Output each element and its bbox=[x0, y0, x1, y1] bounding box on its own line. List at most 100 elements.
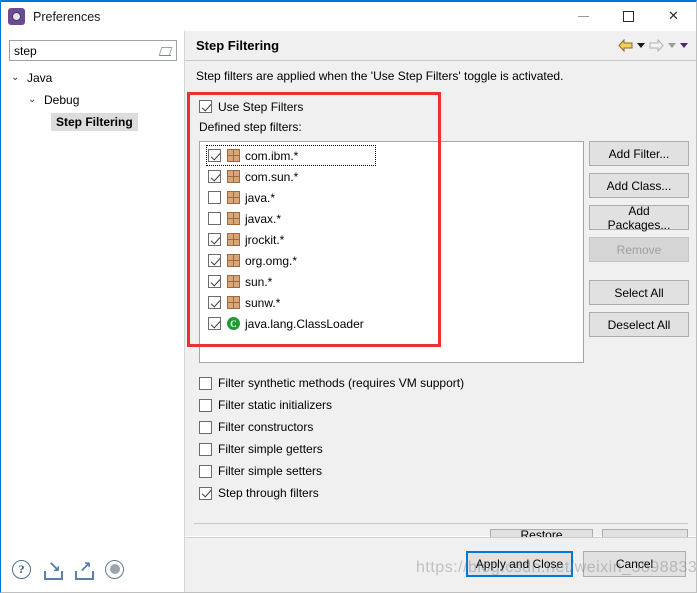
back-arrow-icon[interactable] bbox=[618, 39, 633, 52]
checkbox-box[interactable] bbox=[199, 398, 212, 412]
list-item[interactable]: com.sun.* bbox=[200, 166, 583, 187]
filter-label: java.* bbox=[245, 190, 276, 205]
forward-dropdown-icon bbox=[668, 43, 676, 48]
help-icon[interactable]: ? bbox=[12, 559, 34, 582]
apply-divider bbox=[194, 523, 688, 524]
package-icon bbox=[227, 275, 240, 288]
add-class-button[interactable]: Add Class... bbox=[589, 173, 689, 198]
filter-label: java.lang.ClassLoader bbox=[245, 316, 364, 331]
checkbox-label: Step through filters bbox=[218, 486, 319, 500]
sidebar: ⌄ Java ⌄ Debug Step Filtering bbox=[2, 31, 184, 561]
search-input[interactable] bbox=[10, 41, 150, 60]
class-icon: C bbox=[227, 317, 240, 330]
list-item[interactable]: java.* bbox=[200, 187, 583, 208]
import-icon[interactable]: ↘ bbox=[43, 559, 65, 582]
filter-synthetic-methods-checkbox[interactable]: Filter synthetic methods (requires VM su… bbox=[199, 372, 464, 394]
list-item[interactable]: jrockit.* bbox=[200, 229, 583, 250]
view-menu-icon[interactable] bbox=[680, 43, 688, 48]
package-icon bbox=[227, 254, 240, 267]
filter-checkbox[interactable] bbox=[208, 317, 221, 330]
filter-checkbox[interactable] bbox=[208, 254, 221, 267]
deselect-all-button[interactable]: Deselect All bbox=[589, 312, 689, 337]
filter-simple-getters-checkbox[interactable]: Filter simple getters bbox=[199, 438, 464, 460]
checkbox-box[interactable] bbox=[199, 486, 212, 500]
package-icon bbox=[227, 212, 240, 225]
checkbox-box[interactable] bbox=[199, 420, 212, 434]
filter-label: com.ibm.* bbox=[245, 148, 299, 163]
defined-filters-label: Defined step filters: bbox=[199, 120, 302, 134]
checkbox-label: Filter constructors bbox=[218, 420, 314, 434]
apply-and-close-button[interactable]: Apply and Close bbox=[466, 551, 573, 577]
package-icon bbox=[227, 149, 240, 162]
remove-button: Remove bbox=[589, 237, 689, 262]
select-all-button[interactable]: Select All bbox=[589, 280, 689, 305]
header-divider bbox=[185, 60, 696, 61]
filter-checkbox[interactable] bbox=[208, 233, 221, 246]
package-icon bbox=[227, 233, 240, 246]
filter-checkbox[interactable] bbox=[208, 149, 221, 162]
filter-checkbox[interactable] bbox=[208, 170, 221, 183]
list-item[interactable]: sunw.* bbox=[200, 292, 583, 313]
step-filters-list[interactable]: com.ibm.* com.sun.* java.* javax.* jrock bbox=[199, 141, 584, 363]
preferences-gear-icon bbox=[8, 8, 25, 25]
checkbox-box[interactable] bbox=[199, 442, 212, 456]
checkbox-box[interactable] bbox=[199, 376, 212, 390]
list-item[interactable]: com.ibm.* bbox=[206, 145, 376, 166]
step-through-filters-checkbox[interactable]: Step through filters bbox=[199, 482, 464, 504]
title-bar: Preferences ✕ bbox=[1, 2, 696, 31]
list-item[interactable]: org.omg.* bbox=[200, 250, 583, 271]
window-controls: ✕ bbox=[561, 2, 696, 31]
preferences-tree: ⌄ Java ⌄ Debug Step Filtering bbox=[2, 67, 184, 133]
filter-simple-setters-checkbox[interactable]: Filter simple setters bbox=[199, 460, 464, 482]
back-dropdown-icon[interactable] bbox=[637, 43, 645, 48]
package-icon bbox=[227, 191, 240, 204]
minimize-button[interactable] bbox=[561, 2, 606, 31]
close-button[interactable]: ✕ bbox=[651, 2, 696, 31]
checkbox-label: Filter static initializers bbox=[218, 398, 333, 412]
package-icon bbox=[227, 170, 240, 183]
dialog-footer: Apply and Close Cancel bbox=[185, 538, 696, 592]
filter-static-initializers-checkbox[interactable]: Filter static initializers bbox=[199, 394, 464, 416]
window-title: Preferences bbox=[33, 9, 101, 24]
page-navigation bbox=[618, 39, 688, 52]
preferences-window: Preferences ✕ ⌄ Java ⌄ Debug Step Filter… bbox=[0, 0, 697, 593]
checkbox-label: Use Step Filters bbox=[218, 99, 304, 114]
maximize-button[interactable] bbox=[606, 2, 651, 31]
add-packages-button[interactable]: Add Packages... bbox=[589, 204, 689, 232]
filter-actions: Add Filter... Add Class... Add Packages.… bbox=[589, 141, 689, 337]
export-icon[interactable]: ↗ bbox=[74, 559, 96, 582]
sidebar-toolbar: ? ↘ ↗ bbox=[2, 548, 184, 592]
filter-label: org.omg.* bbox=[245, 253, 298, 268]
step-filtering-page: Step Filtering Step filters are applied … bbox=[185, 31, 696, 556]
chevron-down-icon[interactable]: ⌄ bbox=[11, 73, 24, 83]
package-icon bbox=[227, 296, 240, 309]
record-icon[interactable] bbox=[105, 559, 127, 582]
sidebar-item-label: Debug bbox=[44, 93, 80, 107]
checkbox-label: Filter synthetic methods (requires VM su… bbox=[218, 376, 465, 390]
filter-checkbox[interactable] bbox=[208, 275, 221, 288]
cancel-button[interactable]: Cancel bbox=[583, 551, 686, 577]
sidebar-item-debug[interactable]: ⌄ Debug bbox=[2, 89, 184, 111]
filter-checkbox[interactable] bbox=[208, 191, 221, 204]
filter-options: Filter synthetic methods (requires VM su… bbox=[199, 372, 464, 504]
checkbox-box[interactable] bbox=[199, 100, 212, 113]
filter-constructors-checkbox[interactable]: Filter constructors bbox=[199, 416, 464, 438]
sidebar-item-step-filtering[interactable]: Step Filtering bbox=[2, 111, 184, 133]
list-item[interactable]: sun.* bbox=[200, 271, 583, 292]
checkbox-box[interactable] bbox=[199, 464, 212, 478]
filter-checkbox[interactable] bbox=[208, 212, 221, 225]
sidebar-item-java[interactable]: ⌄ Java bbox=[2, 67, 184, 89]
checkbox-label: Filter simple setters bbox=[218, 464, 323, 478]
sidebar-item-label: Step Filtering bbox=[51, 113, 138, 131]
list-item[interactable]: javax.* bbox=[200, 208, 583, 229]
page-title: Step Filtering bbox=[196, 38, 280, 53]
clear-filter-icon[interactable] bbox=[158, 44, 172, 58]
page-description: Step filters are applied when the 'Use S… bbox=[196, 69, 564, 83]
list-item[interactable]: C java.lang.ClassLoader bbox=[200, 313, 583, 334]
add-filter-button[interactable]: Add Filter... bbox=[589, 141, 689, 166]
chevron-down-icon[interactable]: ⌄ bbox=[28, 95, 41, 105]
use-step-filters-checkbox[interactable]: Use Step Filters bbox=[199, 97, 303, 116]
filter-label: javax.* bbox=[245, 211, 282, 226]
filter-search-box[interactable] bbox=[9, 40, 177, 61]
filter-checkbox[interactable] bbox=[208, 296, 221, 309]
